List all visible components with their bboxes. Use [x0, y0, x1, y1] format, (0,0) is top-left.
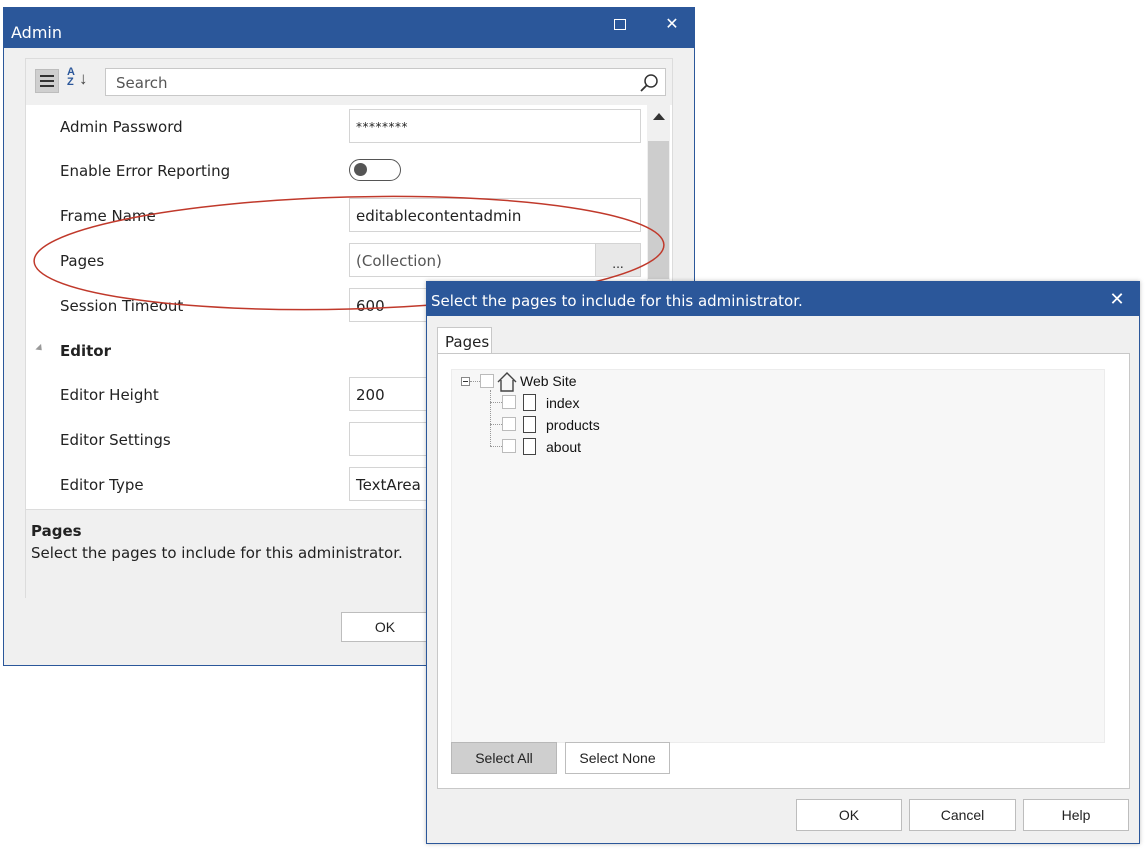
- property-label: Pages: [60, 252, 105, 270]
- tree-node-web-site[interactable]: Web Site: [520, 373, 577, 393]
- description-text: Select the pages to include for this adm…: [31, 544, 403, 562]
- maximize-icon[interactable]: [608, 14, 632, 36]
- property-row-enable-error-reporting: Enable Error Reporting: [26, 149, 646, 193]
- checkbox-web-site[interactable]: [480, 374, 494, 388]
- pages-ellipsis-button[interactable]: ...: [595, 244, 640, 276]
- cancel-button[interactable]: Cancel: [909, 799, 1016, 831]
- search-icon[interactable]: [639, 73, 659, 93]
- property-label: Editor Settings: [60, 431, 171, 449]
- sort-alphabetical-icon[interactable]: A Z ↓: [67, 67, 91, 95]
- property-row-admin-password: Admin Password ********: [26, 105, 646, 149]
- tree-connector: [490, 390, 491, 446]
- property-label: Enable Error Reporting: [60, 162, 231, 180]
- pages-dialog-title-bar: Select the pages to include for this adm…: [427, 282, 1139, 316]
- scroll-thumb[interactable]: [648, 141, 669, 279]
- property-grid-toolbar: A Z ↓: [26, 59, 672, 105]
- checkbox-index[interactable]: [502, 395, 516, 409]
- collapse-triangle-icon[interactable]: [35, 343, 45, 354]
- pages-dialog-title: Select the pages to include for this adm…: [431, 292, 803, 310]
- tree-node-index[interactable]: index: [546, 395, 579, 415]
- help-button[interactable]: Help: [1023, 799, 1129, 831]
- search-input[interactable]: [114, 72, 638, 94]
- pages-tab-panel: Web Site index products about Select All…: [437, 353, 1130, 789]
- admin-ok-button[interactable]: OK: [341, 612, 429, 642]
- admin-window-title: Admin: [11, 23, 62, 42]
- page-icon: [523, 416, 536, 433]
- frame-name-field[interactable]: editablecontentadmin: [349, 198, 641, 232]
- admin-password-field[interactable]: ********: [349, 109, 641, 143]
- tab-pages[interactable]: Pages: [437, 327, 492, 354]
- property-row-frame-name: Frame Name editablecontentadmin: [26, 194, 646, 238]
- property-row-pages: Pages (Collection) ...: [26, 239, 646, 283]
- error-reporting-toggle[interactable]: [349, 159, 401, 181]
- tree-node-products[interactable]: products: [546, 417, 600, 437]
- page-icon: [523, 394, 536, 411]
- search-box: [105, 68, 666, 96]
- close-icon[interactable]: ✕: [660, 14, 684, 36]
- ok-button[interactable]: OK: [796, 799, 902, 831]
- property-label: Session Timeout: [60, 297, 184, 315]
- property-label: Admin Password: [60, 118, 183, 136]
- home-icon: [497, 372, 517, 392]
- tree-connector: [490, 402, 502, 403]
- checkbox-about[interactable]: [502, 439, 516, 453]
- select-none-button[interactable]: Select None: [565, 742, 670, 774]
- tree-node-about[interactable]: about: [546, 439, 581, 459]
- page-icon: [523, 438, 536, 455]
- tree-connector: [490, 424, 502, 425]
- categorized-view-icon[interactable]: [35, 69, 59, 93]
- tree-connector: [490, 446, 502, 447]
- select-all-button[interactable]: Select All: [451, 742, 557, 774]
- collapse-icon[interactable]: [461, 377, 470, 386]
- property-label: Editor Height: [60, 386, 159, 404]
- tree-connector: [470, 381, 480, 382]
- property-label: Frame Name: [60, 207, 156, 225]
- scroll-up-arrow-icon[interactable]: [653, 113, 665, 120]
- close-icon[interactable]: ✕: [1105, 287, 1129, 311]
- pages-dialog: Select the pages to include for this adm…: [426, 281, 1140, 844]
- property-label: Editor Type: [60, 476, 144, 494]
- admin-title-bar: Admin ✕: [4, 8, 694, 48]
- checkbox-products[interactable]: [502, 417, 516, 431]
- category-label: Editor: [60, 342, 111, 360]
- pages-tree: Web Site index products about: [451, 369, 1105, 743]
- description-title: Pages: [31, 522, 82, 540]
- pages-collection-field[interactable]: (Collection) ...: [349, 243, 641, 277]
